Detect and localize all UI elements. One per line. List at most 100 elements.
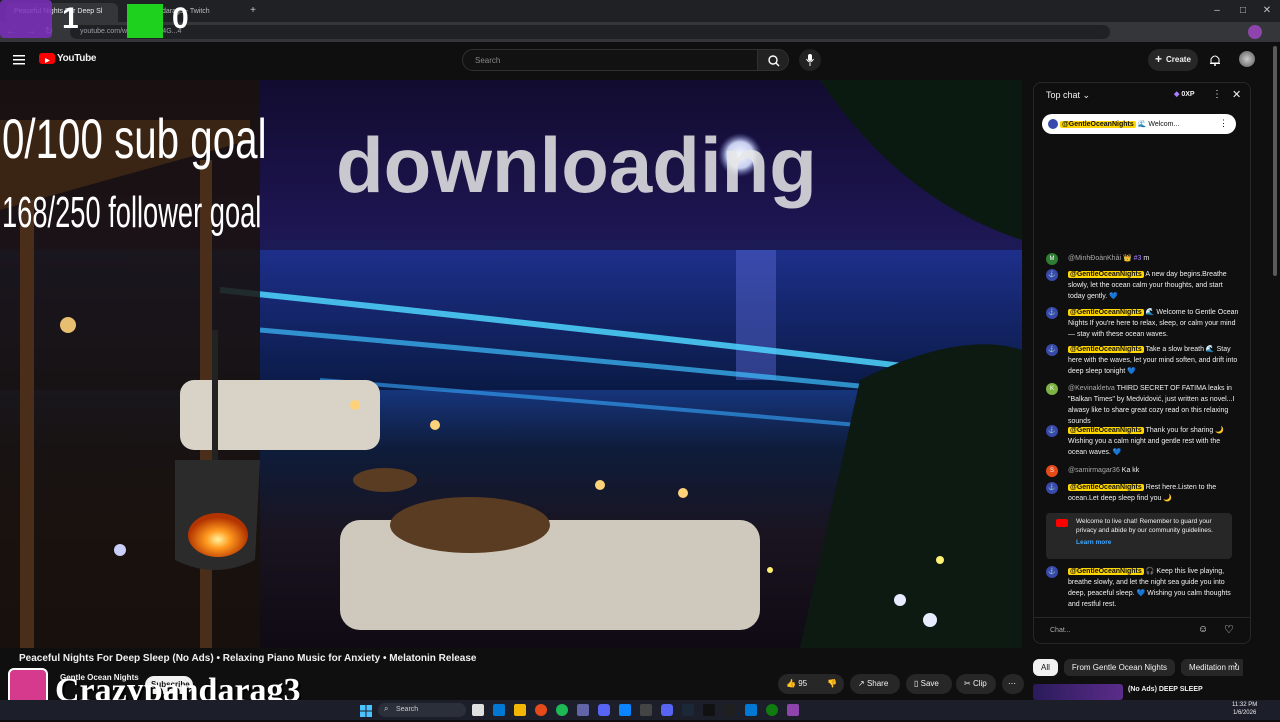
share-label: Share bbox=[866, 679, 889, 688]
share-icon: ↗ bbox=[858, 679, 865, 688]
app-icon[interactable] bbox=[724, 704, 736, 716]
pinned-avatar bbox=[1048, 119, 1058, 129]
chat-author[interactable]: @GentleOceanNights bbox=[1068, 271, 1144, 278]
taskbar-clock[interactable]: 11:32 PM 1/6/2026 bbox=[1232, 701, 1257, 717]
taskbar-search[interactable]: ⌕ Search bbox=[378, 703, 466, 717]
dislike-button[interactable]: 👎 bbox=[822, 674, 844, 694]
address-bar-row: ← → ↻ youtube.com/watch?v=...Y4G...4 bbox=[0, 22, 1280, 42]
twitch-badge-icon bbox=[0, 0, 52, 38]
search-input[interactable]: Search bbox=[462, 49, 758, 71]
account-avatar[interactable] bbox=[1239, 51, 1255, 67]
bookmark-icon: ▯ bbox=[914, 679, 919, 688]
tab-all[interactable]: All bbox=[1033, 659, 1058, 676]
edge-icon[interactable] bbox=[493, 704, 505, 716]
windows-taskbar: ⌕ Search 11:32 PM 1/6/2026 bbox=[0, 700, 1280, 720]
chat-author[interactable]: @GentleOceanNights bbox=[1068, 309, 1144, 316]
chat-author[interactable]: @MinhĐoànKhải bbox=[1068, 255, 1121, 262]
video-title: Peaceful Nights For Deep Sleep (No Ads) … bbox=[19, 653, 477, 664]
url-field[interactable]: youtube.com/watch?v=...Y4G...4 bbox=[70, 25, 1110, 39]
chat-avatar: ⚓ bbox=[1046, 566, 1058, 578]
file-explorer-icon[interactable] bbox=[514, 704, 526, 716]
chevron-right-icon[interactable]: › bbox=[1234, 659, 1238, 671]
chat-message-body: @GentleOceanNights Rest here.Listen to t… bbox=[1068, 482, 1240, 504]
tab-from-channel[interactable]: From Gentle Ocean Nights bbox=[1063, 659, 1176, 676]
create-label: Create bbox=[1166, 55, 1191, 64]
counter-right: 0 bbox=[172, 2, 189, 35]
recommendation-tabs: All From Gentle Ocean Nights Meditation mu bbox=[1033, 657, 1243, 676]
chevron-down-icon: ⌄ bbox=[1082, 90, 1091, 100]
video-player[interactable]: 0/100 sub goal 168/250 follower goal dow… bbox=[0, 80, 1022, 648]
chat-author[interactable]: @GentleOceanNights bbox=[1068, 484, 1144, 491]
maximize-icon[interactable]: □ bbox=[1236, 4, 1250, 18]
search-button[interactable] bbox=[757, 49, 789, 71]
gem-icon: ◆ bbox=[1174, 91, 1180, 98]
app-icon[interactable] bbox=[745, 704, 757, 716]
chat-avatar: K bbox=[1046, 383, 1058, 395]
microphone-icon bbox=[806, 54, 814, 66]
taskbar-search-label: Search bbox=[396, 706, 419, 713]
clip-button[interactable]: ✂ Clip bbox=[956, 674, 996, 694]
pinned-more-icon[interactable]: ⋮ bbox=[1219, 118, 1228, 129]
voice-search-button[interactable] bbox=[799, 49, 821, 71]
windows-start-icon[interactable] bbox=[360, 704, 372, 717]
chat-author[interactable]: @GentleOceanNights bbox=[1068, 346, 1144, 353]
chat-author[interactable]: @GentleOceanNights bbox=[1068, 427, 1144, 434]
xp-badge[interactable]: ◆ 0XP bbox=[1174, 90, 1195, 98]
chat-text: Ka kk bbox=[1121, 467, 1140, 474]
pinned-message[interactable]: @GentleOceanNights 🌊 Welcom... ⋮ bbox=[1042, 114, 1236, 134]
chat-input[interactable]: Chat... bbox=[1044, 623, 1194, 639]
thumbs-up-icon: 👍 bbox=[786, 679, 796, 688]
notifications-bell-icon[interactable] bbox=[1209, 53, 1221, 66]
chat-author[interactable]: @Kevinakletva bbox=[1068, 385, 1115, 392]
app-icon[interactable] bbox=[787, 704, 799, 716]
minimize-icon[interactable]: – bbox=[1210, 4, 1224, 18]
chat-author[interactable]: @GentleOceanNights bbox=[1068, 568, 1144, 575]
xp-value: 0XP bbox=[1181, 91, 1195, 98]
taskbar-apps bbox=[472, 704, 932, 716]
plus-icon: + bbox=[1155, 52, 1163, 66]
chat-author[interactable]: @samirmagar36 bbox=[1068, 467, 1120, 474]
discord-icon[interactable] bbox=[598, 704, 610, 716]
chat-message-body: @samirmagar36 Ka kk bbox=[1068, 465, 1240, 476]
more-actions-button[interactable]: ⋯ bbox=[1002, 674, 1024, 694]
chrome-icon[interactable] bbox=[535, 704, 547, 716]
top-chat-dropdown[interactable]: Top chat ⌄ bbox=[1046, 90, 1090, 101]
youtube-logo-text[interactable]: YouTube bbox=[57, 53, 97, 64]
counter-left: 1 bbox=[62, 2, 79, 35]
chat-message-body: @MinhĐoànKhải 👑 #3 m bbox=[1068, 253, 1240, 264]
store-icon[interactable] bbox=[619, 704, 631, 716]
scissors-icon: ✂ bbox=[964, 679, 971, 688]
recommended-title[interactable]: (No Ads) DEEP SLEEP bbox=[1128, 686, 1203, 693]
search-icon: ⌕ bbox=[384, 704, 389, 713]
chat-menu-icon[interactable]: ⋮ bbox=[1212, 89, 1222, 100]
learn-more-link[interactable]: Learn more bbox=[1076, 539, 1111, 546]
emoji-icon[interactable]: ☺ bbox=[1198, 624, 1208, 635]
chat-avatar: ⚓ bbox=[1046, 482, 1058, 494]
task-view-icon[interactable] bbox=[472, 704, 484, 716]
save-button[interactable]: ▯ Save bbox=[906, 674, 952, 694]
app-icon[interactable] bbox=[766, 704, 778, 716]
menu-icon[interactable] bbox=[13, 53, 25, 65]
profile-avatar[interactable] bbox=[1248, 25, 1262, 39]
page-scrollbar[interactable] bbox=[1273, 46, 1277, 276]
share-button[interactable]: ↗ Share bbox=[850, 674, 900, 694]
new-tab-icon[interactable]: + bbox=[246, 4, 260, 18]
chat-text: m bbox=[1143, 255, 1150, 262]
youtube-header: YouTube Search + Create bbox=[0, 42, 1280, 78]
clock-time: 11:32 PM bbox=[1232, 702, 1258, 708]
youtube-logo-icon[interactable] bbox=[39, 53, 55, 64]
app-icon[interactable] bbox=[577, 704, 589, 716]
kick-app-icon[interactable] bbox=[703, 704, 715, 716]
create-button[interactable]: + Create bbox=[1148, 49, 1198, 71]
chat-message-body: @GentleOceanNights 🎧 Keep this live play… bbox=[1068, 566, 1240, 610]
close-window-icon[interactable]: ✕ bbox=[1260, 4, 1274, 18]
steam-icon[interactable] bbox=[682, 704, 694, 716]
recommended-thumbnail[interactable] bbox=[1033, 684, 1123, 700]
spotify-icon[interactable] bbox=[556, 704, 568, 716]
like-count: 95 bbox=[798, 679, 808, 688]
heart-icon[interactable]: ♡ bbox=[1224, 623, 1234, 636]
app-icon[interactable] bbox=[661, 704, 673, 716]
close-chat-icon[interactable]: ✕ bbox=[1232, 88, 1241, 101]
xbox-icon[interactable] bbox=[640, 704, 652, 716]
downloading-overlay-text: downloading bbox=[336, 121, 817, 209]
